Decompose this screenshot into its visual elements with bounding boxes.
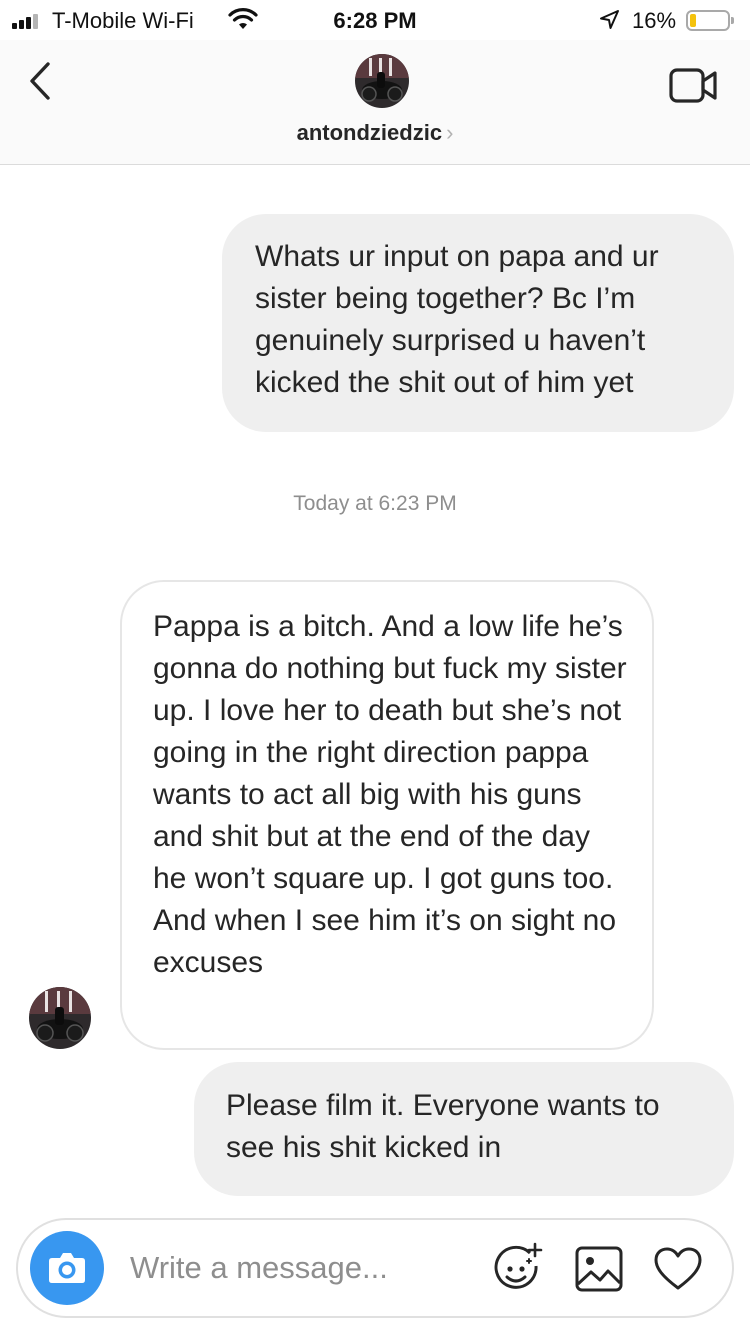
message-bubble-sent[interactable]: Please film it. Everyone wants to see hi… — [194, 1062, 734, 1196]
message-text: Whats ur input on papa and ur sister bei… — [255, 240, 659, 399]
like-button[interactable] — [652, 1244, 704, 1294]
battery-icon — [686, 10, 734, 31]
status-bar: T-Mobile Wi-Fi 6:28 PM 16% — [0, 0, 750, 40]
message-text: Pappa is a bitch. And a low life he’s go… — [153, 610, 627, 979]
battery-fill — [690, 14, 696, 27]
message-bubble-sent[interactable]: Whats ur input on papa and ur sister bei… — [222, 214, 734, 432]
camera-button[interactable] — [30, 1231, 104, 1305]
camera-icon — [30, 1231, 104, 1305]
message-text: Please film it. Everyone wants to see hi… — [226, 1089, 660, 1164]
sticker-icon — [492, 1242, 544, 1294]
location-arrow-icon — [598, 9, 620, 31]
contact-avatar[interactable] — [29, 987, 91, 1049]
message-timestamp: Today at 6:23 PM — [293, 492, 457, 515]
message-input[interactable] — [130, 1248, 470, 1288]
gallery-icon — [573, 1244, 625, 1294]
message-bubble-received[interactable]: Pappa is a bitch. And a low life he’s go… — [120, 580, 654, 1050]
conversation-header: antondziedzic › — [0, 40, 750, 165]
header-username-link[interactable]: antondziedzic › — [0, 120, 750, 146]
chevron-right-icon: › — [446, 120, 454, 145]
video-call-icon — [668, 66, 720, 106]
gallery-button[interactable] — [573, 1244, 625, 1294]
sticker-button[interactable] — [492, 1242, 544, 1294]
username: antondziedzic — [296, 120, 443, 145]
video-call-button[interactable] — [668, 66, 720, 106]
back-chevron-icon — [22, 58, 62, 106]
back-button[interactable] — [22, 58, 62, 106]
battery-percent: 16% — [632, 8, 677, 33]
header-avatar[interactable] — [355, 54, 409, 108]
heart-icon — [652, 1244, 704, 1294]
message-composer — [16, 1218, 734, 1318]
